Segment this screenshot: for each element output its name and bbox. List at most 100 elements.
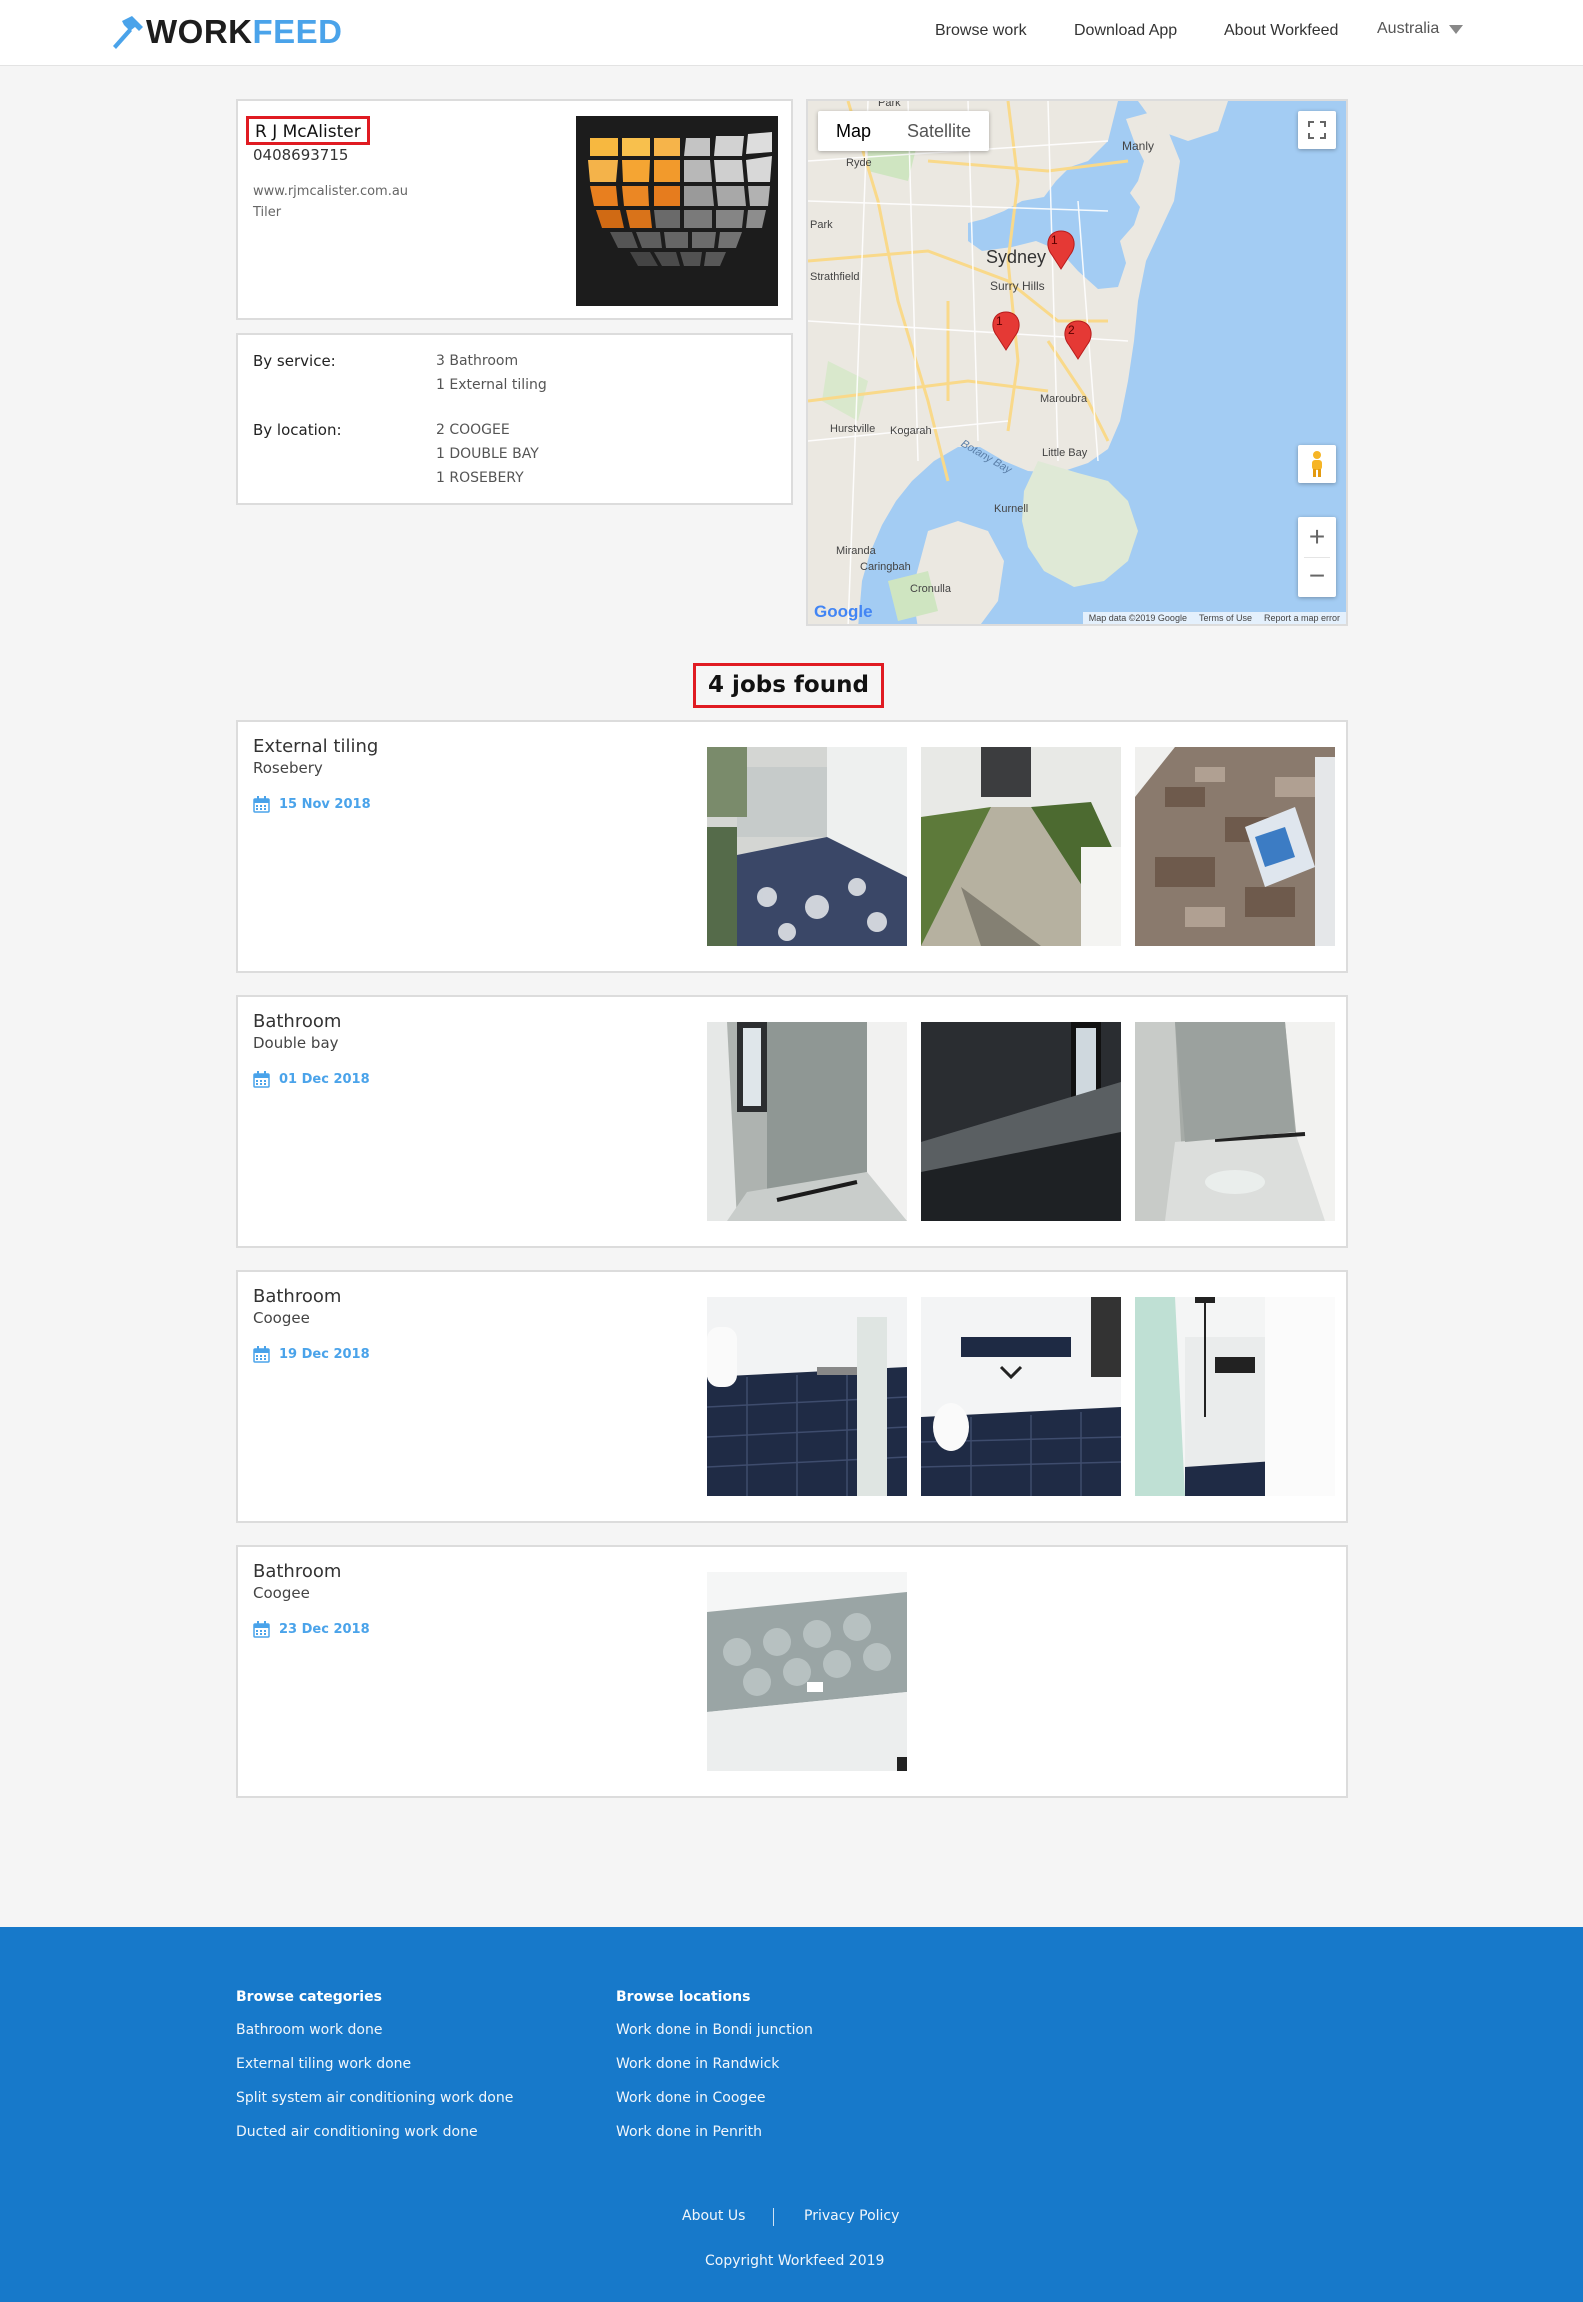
google-logo[interactable]: Google bbox=[814, 602, 873, 622]
job-date-text: 23 Dec 2018 bbox=[279, 1622, 370, 1637]
map-type-toggle: Map Satellite bbox=[818, 111, 990, 151]
job-photo[interactable] bbox=[1135, 747, 1335, 946]
zoom-control: + − bbox=[1298, 517, 1336, 597]
job-date-text: 15 Nov 2018 bbox=[279, 797, 371, 812]
profile-card: R J McAlister 0408693715 www.rjmcalister… bbox=[236, 99, 793, 320]
map-tab-map[interactable]: Map bbox=[818, 111, 889, 151]
map-place-label: Manly bbox=[1122, 139, 1155, 153]
map-place-label: Strathfield bbox=[810, 271, 860, 283]
profile-name: R J McAlister bbox=[246, 116, 370, 145]
job-photo[interactable] bbox=[921, 747, 1121, 946]
job-date: 15 Nov 2018 bbox=[253, 796, 371, 813]
job-location: Rosebery bbox=[253, 759, 323, 777]
calendar-icon bbox=[253, 1346, 270, 1363]
map-place-label: Sydney bbox=[986, 247, 1047, 267]
fullscreen-icon bbox=[1308, 121, 1326, 139]
country-select[interactable]: Australia bbox=[1377, 20, 1464, 38]
job-photo[interactable] bbox=[707, 747, 907, 946]
nav-browse-work[interactable]: Browse work bbox=[935, 22, 1027, 40]
profile-trade: Tiler bbox=[253, 205, 282, 220]
map-place-label: Caringbah bbox=[860, 561, 911, 573]
location-list: 2 COOGEE 1 DOUBLE BAY 1 ROSEBERY bbox=[436, 418, 539, 490]
job-title: Bathroom bbox=[253, 1011, 342, 1032]
job-card[interactable]: Bathroom Double bay 01 Dec 2018 bbox=[236, 995, 1348, 1248]
jobs-map[interactable]: 1 1 2 Sydney Surry Hills Manly Ryde Stra… bbox=[806, 99, 1348, 626]
by-location-label: By location: bbox=[253, 421, 342, 439]
footer-category-link[interactable]: Ducted air conditioning work done bbox=[236, 2124, 478, 2140]
map-marker-label: 2 bbox=[1068, 323, 1075, 337]
footer-category-link[interactable]: External tiling work done bbox=[236, 2056, 411, 2072]
country-label: Australia bbox=[1377, 20, 1440, 37]
service-list: 3 Bathroom 1 External tiling bbox=[436, 349, 547, 397]
footer-location-link[interactable]: Work done in Bondi junction bbox=[616, 2022, 813, 2038]
job-photo[interactable] bbox=[921, 1297, 1121, 1496]
zoom-out-button[interactable]: − bbox=[1309, 558, 1325, 597]
footer-location-link[interactable]: Work done in Penrith bbox=[616, 2124, 762, 2140]
zoom-in-button[interactable]: + bbox=[1309, 517, 1325, 557]
job-photo[interactable] bbox=[707, 1022, 907, 1221]
privacy-policy-link[interactable]: Privacy Policy bbox=[804, 2208, 899, 2224]
workfeed-logo[interactable]: WORK FEED bbox=[110, 13, 343, 50]
footer-location-link[interactable]: Work done in Coogee bbox=[616, 2090, 766, 2106]
tile-grid-graphic bbox=[588, 132, 772, 266]
about-us-link[interactable]: About Us bbox=[682, 2208, 745, 2224]
top-navbar: WORK FEED Browse work Download App About … bbox=[0, 0, 1583, 66]
map-tiles bbox=[808, 101, 1346, 624]
map-report-link[interactable]: Report a map error bbox=[1264, 613, 1340, 623]
map-place-label: Cronulla bbox=[910, 583, 951, 595]
job-photo[interactable] bbox=[707, 1572, 907, 1771]
job-location: Coogee bbox=[253, 1309, 310, 1327]
pegman-icon bbox=[1312, 451, 1322, 477]
job-photo[interactable] bbox=[707, 1297, 907, 1496]
service-item: 3 Bathroom bbox=[436, 353, 519, 369]
nav-about-workfeed[interactable]: About Workfeed bbox=[1224, 22, 1338, 40]
calendar-icon bbox=[253, 796, 270, 813]
nav-download-app[interactable]: Download App bbox=[1074, 22, 1177, 40]
job-date: 01 Dec 2018 bbox=[253, 1071, 370, 1088]
by-service-label: By service: bbox=[253, 352, 336, 370]
jobs-found-heading: 4 jobs found bbox=[693, 663, 884, 708]
map-place-label: Miranda bbox=[836, 545, 876, 557]
copyright-text: Copyright Workfeed 2019 bbox=[705, 2253, 885, 2269]
footer-category-link[interactable]: Bathroom work done bbox=[236, 2022, 382, 2038]
map-place-label: Park bbox=[878, 99, 901, 109]
job-card[interactable]: Bathroom Coogee 19 Dec 2018 bbox=[236, 1270, 1348, 1523]
job-title: Bathroom bbox=[253, 1286, 342, 1307]
job-photo[interactable] bbox=[1135, 1297, 1335, 1496]
job-date: 19 Dec 2018 bbox=[253, 1346, 370, 1363]
footer-category-link[interactable]: Split system air conditioning work done bbox=[236, 2090, 513, 2106]
map-place-label: Maroubra bbox=[1040, 393, 1088, 405]
footer-location-link[interactable]: Work done in Randwick bbox=[616, 2056, 779, 2072]
job-card[interactable]: Bathroom Coogee 23 Dec 2018 bbox=[236, 1545, 1348, 1798]
map-marker-label: 1 bbox=[996, 314, 1003, 328]
map-place-label: Little Bay bbox=[1042, 447, 1088, 459]
map-terms-link[interactable]: Terms of Use bbox=[1199, 613, 1252, 623]
browse-locations-heading: Browse locations bbox=[616, 1989, 751, 2005]
map-marker-label: 1 bbox=[1051, 233, 1058, 247]
calendar-icon bbox=[253, 1071, 270, 1088]
business-logo-image bbox=[576, 116, 778, 306]
site-footer: Browse categories Bathroom work done Ext… bbox=[0, 1927, 1583, 2302]
footer-separator bbox=[773, 2208, 774, 2226]
job-photo[interactable] bbox=[1135, 1022, 1335, 1221]
map-place-label: Ryde bbox=[846, 157, 872, 169]
job-photo[interactable] bbox=[921, 1022, 1121, 1221]
location-item: 1 DOUBLE BAY bbox=[436, 446, 539, 462]
job-card[interactable]: External tiling Rosebery 15 Nov 2018 bbox=[236, 720, 1348, 973]
location-item: 2 COOGEE bbox=[436, 422, 510, 438]
job-date: 23 Dec 2018 bbox=[253, 1621, 370, 1638]
browse-categories-heading: Browse categories bbox=[236, 1989, 382, 2005]
map-tab-satellite[interactable]: Satellite bbox=[889, 111, 989, 151]
logo-text-feed: FEED bbox=[252, 13, 343, 50]
calendar-icon bbox=[253, 1621, 270, 1638]
service-item: 1 External tiling bbox=[436, 377, 547, 393]
job-location: Double bay bbox=[253, 1034, 339, 1052]
street-view-pegman[interactable] bbox=[1298, 445, 1336, 483]
work-summary-card: By service: 3 Bathroom 1 External tiling… bbox=[236, 333, 793, 505]
caret-down-icon bbox=[1449, 24, 1464, 34]
profile-phone: 0408693715 bbox=[253, 146, 349, 164]
fullscreen-button[interactable] bbox=[1298, 111, 1336, 149]
profile-website-link[interactable]: www.rjmcalister.com.au bbox=[253, 184, 408, 199]
job-date-text: 19 Dec 2018 bbox=[279, 1347, 370, 1362]
map-place-label: Hurstville bbox=[830, 423, 876, 435]
